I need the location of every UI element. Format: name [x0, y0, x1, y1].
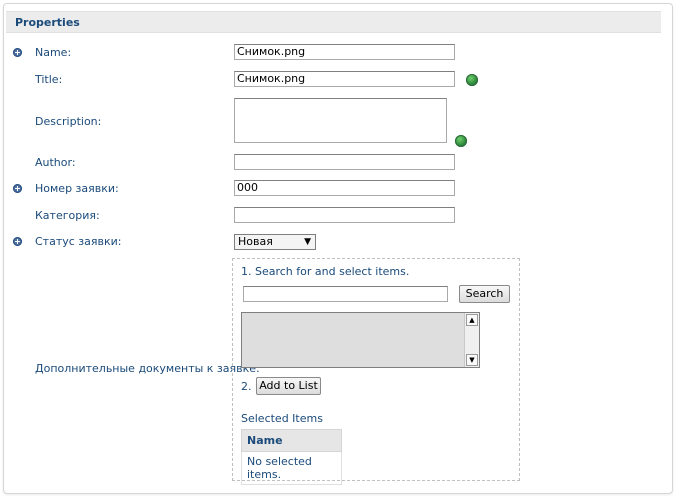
category-input[interactable]	[234, 207, 455, 223]
section-header: Properties	[6, 11, 661, 33]
required-marker-icon	[13, 184, 22, 193]
scroll-up-icon[interactable]: ▲	[466, 314, 478, 326]
description-textarea[interactable]	[234, 98, 447, 143]
empty-message: No selected items.	[241, 451, 342, 485]
add-to-list-button[interactable]: Add to List	[256, 377, 321, 395]
author-input[interactable]	[234, 154, 455, 170]
category-label: Категория:	[35, 209, 100, 222]
status-selected-value: Новая	[238, 235, 273, 248]
column-header-name: Name	[241, 429, 342, 452]
request-number-label: Номер заявки:	[35, 182, 119, 195]
scroll-down-icon[interactable]: ▼	[466, 354, 478, 366]
description-label: Description:	[35, 115, 102, 128]
name-label: Name:	[35, 46, 72, 59]
title-input[interactable]	[234, 71, 455, 87]
results-listbox[interactable]: ▲ ▼	[241, 312, 480, 368]
search-input[interactable]	[243, 286, 448, 302]
title-label: Title:	[35, 73, 63, 86]
step1-text: 1. Search for and select items.	[241, 265, 410, 278]
selected-items-title: Selected Items	[241, 412, 323, 425]
additional-docs-label: Дополнительные документы к заявке:	[35, 362, 260, 375]
globe-icon[interactable]	[466, 74, 478, 86]
globe-icon[interactable]	[455, 135, 467, 147]
name-input[interactable]	[234, 44, 455, 60]
chevron-down-icon: ▼	[304, 237, 311, 247]
listbox-scrollbar[interactable]: ▲ ▼	[464, 313, 479, 367]
status-select[interactable]: Новая ▼	[234, 234, 316, 250]
search-button[interactable]: Search	[459, 285, 510, 303]
required-marker-icon	[13, 48, 22, 57]
step2-text: 2.	[241, 380, 252, 393]
section-title: Properties	[15, 16, 80, 29]
request-number-input[interactable]	[234, 180, 455, 196]
status-label: Статус заявки:	[35, 235, 122, 248]
required-marker-icon	[13, 237, 22, 246]
author-label: Author:	[35, 156, 76, 169]
selected-items-table: Name No selected items.	[241, 429, 342, 485]
